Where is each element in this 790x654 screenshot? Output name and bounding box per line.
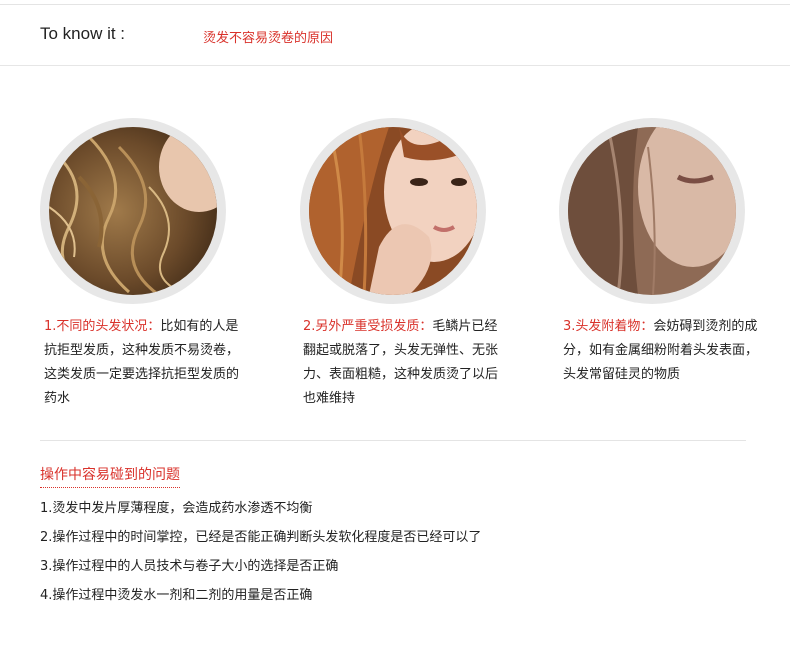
- cause-2-heading: 2.另外严重受损发质：: [303, 319, 433, 334]
- problem-item-4: 4.操作过程中烫发水一剂和二剂的用量是否正确: [40, 588, 313, 603]
- problem-item-3: 3.操作过程中的人员技术与卷子大小的选择是否正确: [40, 559, 339, 574]
- cause-3: 3.头发附着物：会妨碍到烫剂的成分，如有金属细粉附着头发表面，头发常留硅灵的物质: [563, 315, 759, 387]
- cause-2: 2.另外严重受损发质：毛鳞片已经翻起或脱落了，头发无弹性、无张力、表面粗糙，这种…: [303, 315, 499, 411]
- cause-1: 1.不同的头发状况：比如有的人是抗拒型发质，这种发质不易烫卷，这类发质一定要选择…: [44, 315, 240, 411]
- page-header: To know it : 烫发不容易烫卷的原因: [0, 5, 790, 65]
- problem-item-2: 2.操作过程中的时间掌控，已经是否能正确判断头发软化程度是否已经可以了: [40, 530, 482, 545]
- cause-3-heading: 3.头发附着物：: [563, 319, 654, 334]
- curly-hair-image: [49, 127, 217, 295]
- header-label: To know it :: [40, 24, 126, 43]
- section-divider: [40, 440, 746, 441]
- cause-1-heading: 1.不同的头发状况：: [44, 319, 161, 334]
- problems-title: 操作中容易碰到的问题: [40, 464, 180, 488]
- hair-photo-2: [300, 118, 486, 304]
- header-divider: [0, 65, 790, 66]
- woman-portrait-image: [309, 127, 477, 295]
- woman-face-image: [568, 127, 736, 295]
- hair-photo-1: [40, 118, 226, 304]
- problem-item-1: 1.烫发中发片厚薄程度，会造成药水渗透不均衡: [40, 501, 313, 516]
- header-subtitle: 烫发不容易烫卷的原因: [203, 31, 334, 46]
- hair-photo-3: [559, 118, 745, 304]
